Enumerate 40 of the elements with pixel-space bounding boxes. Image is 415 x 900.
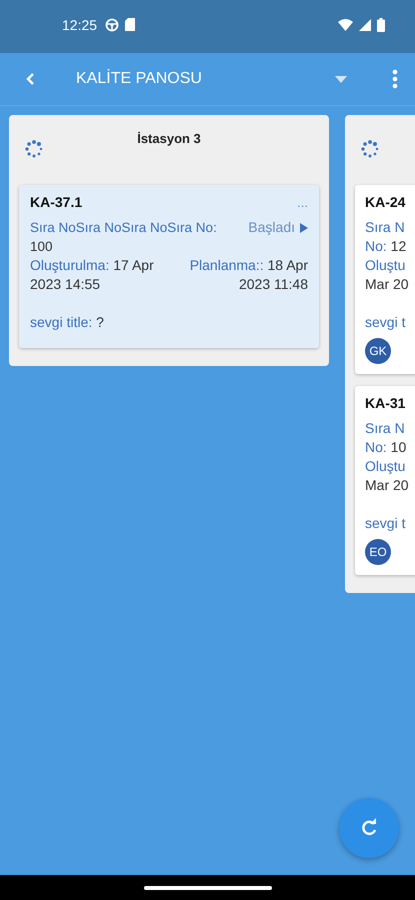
created-label: Oluştu — [365, 256, 406, 275]
title-field: sevgi title: ? — [30, 313, 308, 332]
planned-date: Planlanma:: 18 Apr 2023 11:48 — [188, 256, 308, 294]
status-time: 12:25 — [62, 16, 98, 32]
avatar: EO — [365, 539, 391, 565]
caret-down-icon — [335, 76, 347, 82]
play-icon — [300, 223, 308, 233]
created-date: Oluşturulma: 17 Apr 2023 14:55 — [30, 256, 155, 294]
more-vertical-icon — [392, 69, 398, 89]
card-id: KA-24 — [365, 194, 406, 210]
home-handle[interactable] — [144, 886, 272, 890]
chevron-left-icon — [25, 72, 35, 86]
refresh-button[interactable] — [339, 798, 399, 858]
battery-icon — [377, 18, 385, 32]
wifi-icon — [338, 18, 353, 30]
task-card[interactable]: KA-37.1 ... Sıra NoSıra NoSıra NoSıra No: 100 Başladı Oluşturulma: 17 Apr 2023 14:55 Planlanma:: 18 Apr 2023 11:48 sevgi title: ? — [19, 185, 319, 348]
order-number: Sıra NoSıra NoSıra NoSıra No: 100 — [30, 219, 218, 256]
status-label: Başladı — [248, 218, 295, 237]
app-title: KALİTE PANOSU — [76, 70, 203, 88]
column-title: İstasyon 3 — [137, 131, 201, 146]
signal-icon — [359, 18, 371, 30]
sim-card-icon — [125, 18, 136, 31]
card-id: KA-37.1 — [30, 194, 82, 210]
loading-spinner-icon — [25, 140, 43, 158]
avatar: GK — [365, 338, 391, 364]
task-card[interactable]: KA-24 Sıra N No: 12 Oluştu Mar 20 sevgi t GK — [355, 185, 415, 374]
steering-wheel-icon — [105, 18, 120, 32]
order-number: No: 10 — [365, 438, 406, 457]
title-label: sevgi t — [365, 313, 406, 332]
task-card[interactable]: KA-31 Sıra N No: 10 Oluştu Mar 20 sevgi t EO — [355, 386, 415, 575]
order-label: Sıra N — [365, 218, 405, 237]
loading-spinner-icon — [361, 140, 379, 158]
created-date: Mar 20 — [365, 476, 409, 495]
created-label: Oluştu — [365, 457, 406, 476]
order-label: Sıra N — [365, 419, 405, 438]
title-label: sevgi t — [365, 514, 406, 533]
card-id: KA-31 — [365, 395, 406, 411]
refresh-icon — [359, 818, 379, 838]
order-number: No: 12 — [365, 237, 406, 256]
created-date: Mar 20 — [365, 275, 409, 294]
